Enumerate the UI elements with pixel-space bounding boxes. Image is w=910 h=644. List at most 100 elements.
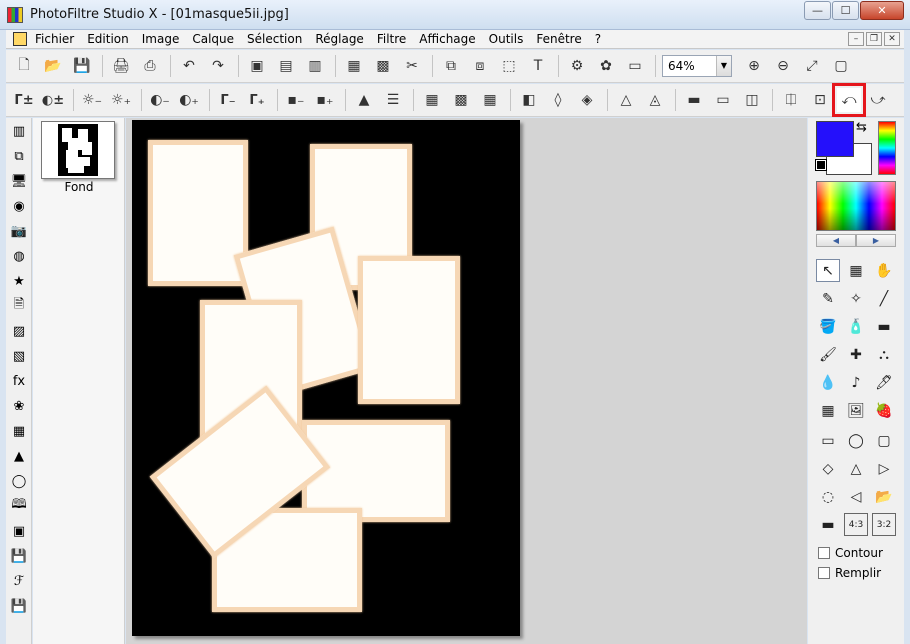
grayscale-icon[interactable]: ▦ <box>342 54 366 78</box>
hue-strip[interactable] <box>878 121 896 175</box>
ratio-free-icon[interactable]: ▬ <box>816 513 840 536</box>
soften-icon[interactable]: ◊ <box>546 88 570 112</box>
zoom-select[interactable]: 64% ▼ <box>662 55 732 77</box>
blur-drop-icon[interactable]: 💧 <box>816 371 840 394</box>
new-file-icon[interactable]: 🗋 <box>12 54 36 78</box>
grid-icon[interactable]: ▦ <box>9 421 29 441</box>
rounded-rect-icon[interactable]: ▢ <box>872 429 896 452</box>
polygon-icon[interactable]: ◁ <box>844 485 868 508</box>
saturation-minus-icon[interactable]: ▪₋ <box>284 88 308 112</box>
blur-icon[interactable]: ◧ <box>517 88 541 112</box>
calculator-icon[interactable]: ▥ <box>9 121 29 141</box>
swap-colors-icon[interactable]: ⇆ <box>856 120 867 135</box>
batch-icon[interactable]: ⧉ <box>9 146 29 166</box>
sphere-icon[interactable]: ◉ <box>9 196 29 216</box>
rotate-right-icon[interactable]: ⤻ <box>866 88 890 112</box>
circle-icon[interactable]: ◯ <box>9 471 29 491</box>
contrast-auto-icon[interactable]: ◐± <box>41 88 65 112</box>
spectrum-right-button[interactable]: ▶ <box>856 234 896 247</box>
menu-help[interactable]: ? <box>595 32 601 46</box>
brightness-minus-icon[interactable]: ☼₋ <box>80 88 104 112</box>
open-file-icon[interactable]: 📂 <box>41 54 65 78</box>
brightness-plus-icon[interactable]: ☼₊ <box>109 88 133 112</box>
doc-restore-button[interactable]: ❐ <box>866 32 882 46</box>
triangle-icon[interactable]: △ <box>844 457 868 480</box>
fx-icon[interactable]: fx <box>9 371 29 391</box>
layer-thumbnail[interactable] <box>41 121 115 179</box>
contour-option[interactable]: Contour <box>818 546 883 560</box>
star-icon[interactable]: ★ <box>9 271 29 291</box>
magic-wand-icon[interactable]: ✧ <box>844 287 868 310</box>
minimize-button[interactable]: — <box>804 1 831 20</box>
selection-arrow-icon[interactable]: ↖ <box>816 259 840 282</box>
close-button[interactable]: ✕ <box>860 1 904 20</box>
gamma-plus-icon[interactable]: Γ₊ <box>245 88 269 112</box>
rectangle-icon[interactable]: ▭ <box>816 429 840 452</box>
gamma-minus-icon[interactable]: Γ₋ <box>216 88 240 112</box>
monitor-icon[interactable]: 🖥 <box>9 171 29 191</box>
reset-colors-icon[interactable] <box>815 159 827 171</box>
hand-icon[interactable]: ✋ <box>872 259 896 282</box>
stamp-icon[interactable]: ⛬ <box>872 343 896 366</box>
diamond-icon[interactable]: ◇ <box>816 457 840 480</box>
menu-filtre[interactable]: Filtre <box>377 32 406 46</box>
canvas-size-icon[interactable]: ⧈ <box>468 54 492 78</box>
lasso-icon[interactable]: ◌ <box>816 485 840 508</box>
rotate-left-icon[interactable]: ⤺ <box>832 83 866 117</box>
sharpen-more-icon[interactable]: ◬ <box>643 88 667 112</box>
smudge-icon[interactable]: ♪ <box>844 371 868 394</box>
menu-fichier[interactable]: Fichier <box>35 32 74 46</box>
zoom-in-icon[interactable]: ⊕ <box>742 54 766 78</box>
menu-image[interactable]: Image <box>142 32 180 46</box>
open-shape-icon[interactable]: 📂 <box>872 485 896 508</box>
paint-bucket-icon[interactable]: 🪣 <box>816 315 840 338</box>
zoom-out-icon[interactable]: ⊖ <box>771 54 795 78</box>
gradient-bar-icon[interactable]: ▧ <box>9 346 29 366</box>
layer-manager-icon[interactable]: ▦ <box>844 259 868 282</box>
contrast-plus-icon[interactable]: ◐₊ <box>177 88 201 112</box>
brush-icon[interactable]: 🖌 <box>816 343 840 366</box>
saturation-plus-icon[interactable]: ▪₊ <box>313 88 337 112</box>
text-icon[interactable]: T <box>526 54 550 78</box>
flip-horizontal-icon[interactable]: ⎅ <box>779 88 803 112</box>
levels-icon[interactable]: ☰ <box>381 88 405 112</box>
preview-window-icon[interactable]: ▭ <box>623 54 647 78</box>
remplir-checkbox[interactable] <box>818 567 830 579</box>
canvas-area[interactable] <box>126 118 807 644</box>
save-html-icon[interactable]: 💾 <box>9 596 29 616</box>
menu-selection[interactable]: Sélection <box>247 32 302 46</box>
save-2000-icon[interactable]: 💾 <box>9 546 29 566</box>
deform-icon[interactable]: ▦ <box>816 399 840 422</box>
gamma-auto-icon[interactable]: Γ± <box>12 88 36 112</box>
book-icon[interactable]: 🕮 <box>9 496 29 516</box>
contour-checkbox[interactable] <box>818 547 830 559</box>
redo-icon[interactable]: ↷ <box>206 54 230 78</box>
picture-frame-icon[interactable]: ▣ <box>9 521 29 541</box>
ratio-4-3-icon[interactable]: 4:3 <box>844 513 868 536</box>
remplir-option[interactable]: Remplir <box>818 566 881 580</box>
advanced-brush-icon[interactable]: ✚ <box>844 343 868 366</box>
blur-more-icon[interactable]: ◈ <box>575 88 599 112</box>
histogram-icon[interactable]: ▲ <box>352 88 376 112</box>
strawberry-icon[interactable]: 🍓 <box>872 399 896 422</box>
crop-icon[interactable]: ⬚ <box>497 54 521 78</box>
clone-brush-icon[interactable]: 🖊 <box>872 371 896 394</box>
flower-icon[interactable]: ❀ <box>9 396 29 416</box>
full-screen-icon[interactable]: ▢ <box>829 54 853 78</box>
camera-icon[interactable]: 📷 <box>9 221 29 241</box>
gradient-fill-icon[interactable]: ▭ <box>711 88 735 112</box>
sharpen-icon[interactable]: △ <box>614 88 638 112</box>
doc-close-button[interactable]: ✕ <box>884 32 900 46</box>
chevron-down-icon[interactable]: ▼ <box>716 56 731 76</box>
font-icon[interactable]: ℱ <box>9 571 29 591</box>
page-icon[interactable]: 🗎 <box>9 296 29 316</box>
menu-outils[interactable]: Outils <box>489 32 524 46</box>
line-icon[interactable]: ╱ <box>872 287 896 310</box>
paste-new-image-icon[interactable]: ▥ <box>303 54 327 78</box>
ratio-3-2-icon[interactable]: 3:2 <box>872 513 896 536</box>
portrait-icon[interactable]: 🖼 <box>844 399 868 422</box>
triangle-right-icon[interactable]: ▷ <box>872 457 896 480</box>
mountain-icon[interactable]: ▲ <box>9 446 29 466</box>
maximize-button[interactable]: ☐ <box>832 1 859 20</box>
scan-icon[interactable]: ⎙ <box>138 54 162 78</box>
